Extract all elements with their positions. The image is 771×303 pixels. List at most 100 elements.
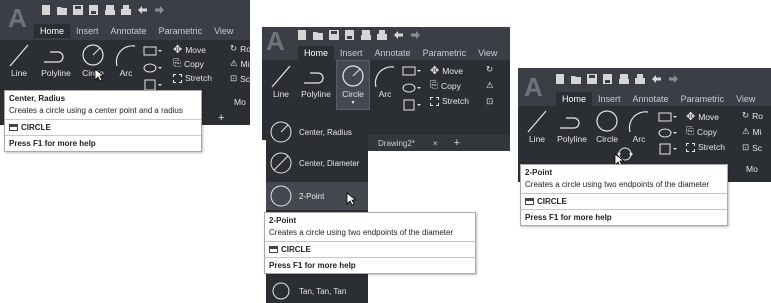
tab-insert[interactable]: Insert — [334, 46, 369, 60]
app-logo[interactable]: A — [8, 3, 27, 34]
document-tab[interactable]: Drawing2* — [368, 139, 423, 148]
scale-button[interactable]: ⊡ Sc — [230, 73, 250, 84]
tab-home[interactable]: Home — [34, 24, 71, 38]
tab-parametric[interactable]: Parametric — [153, 24, 209, 38]
two-point-icon — [270, 185, 292, 207]
tab-view[interactable]: View — [730, 92, 761, 106]
copy-button[interactable]: ⎘ Copy — [686, 126, 717, 137]
tab-view[interactable]: View — [208, 24, 239, 38]
undo-icon[interactable] — [650, 73, 662, 85]
redo-icon[interactable] — [666, 73, 680, 85]
rectangle-icon[interactable] — [143, 45, 163, 57]
polyline-button[interactable]: Polyline — [36, 42, 76, 78]
circle-button[interactable]: Circle ▾ — [336, 60, 370, 110]
more-modify[interactable]: Mo — [746, 164, 758, 174]
move-icon: ✥ — [173, 44, 183, 56]
saveas-icon[interactable] — [344, 29, 356, 41]
plot-icon[interactable] — [618, 73, 630, 85]
tab-parametric[interactable]: Parametric — [675, 92, 731, 106]
move-button[interactable]: ✥ Move — [430, 64, 463, 77]
arc-label: Arc — [119, 68, 133, 78]
arc-label: Arc — [632, 134, 646, 144]
app-logo[interactable]: A — [524, 72, 543, 103]
hatch-icon[interactable] — [658, 127, 678, 139]
close-icon[interactable]: × — [423, 139, 448, 148]
rectangle-icon[interactable] — [658, 111, 678, 123]
arc-icon — [115, 45, 136, 67]
gradient-icon[interactable] — [402, 99, 422, 111]
hatch-icon[interactable] — [402, 82, 422, 94]
mirror-button[interactable]: ⚠ Mi — [230, 58, 250, 69]
plot-icon[interactable] — [104, 4, 116, 16]
new-icon[interactable] — [554, 73, 566, 85]
rotate-button[interactable]: ↻ Ro — [742, 110, 763, 121]
polyline-button[interactable]: Polyline — [296, 63, 336, 99]
open-icon[interactable] — [56, 4, 68, 16]
saveas-icon[interactable] — [88, 4, 100, 16]
stretch-button[interactable]: Stretch — [430, 96, 469, 106]
save-icon[interactable] — [586, 73, 598, 85]
undo-icon[interactable] — [136, 4, 148, 16]
tooltip-help: Press F1 for more help — [521, 209, 727, 225]
tab-home[interactable]: Home — [298, 46, 335, 60]
tooltip-command: CIRCLE — [265, 242, 475, 257]
tab-annotate[interactable]: Annotate — [369, 46, 417, 60]
redo-icon[interactable] — [408, 29, 422, 41]
dropdown-item-center-radius[interactable]: Center, Radius — [266, 118, 368, 146]
stretch-button[interactable]: Stretch — [173, 73, 212, 83]
redo-icon[interactable] — [152, 4, 166, 16]
rotate-icon[interactable]: ↻ — [486, 64, 493, 75]
tab-annotate[interactable]: Annotate — [105, 24, 153, 38]
arc-button[interactable]: Arc — [626, 108, 652, 144]
scale-button[interactable]: ⊡ Sc — [742, 142, 762, 153]
saveas-icon[interactable] — [602, 73, 614, 85]
save-icon[interactable] — [72, 4, 84, 16]
new-icon[interactable] — [40, 4, 52, 16]
move-icon: ✥ — [686, 111, 696, 123]
polyline-button[interactable]: Polyline — [552, 108, 592, 144]
tab-insert[interactable]: Insert — [592, 92, 627, 106]
gradient-icon[interactable] — [658, 143, 678, 155]
stretch-button[interactable]: Stretch — [686, 142, 725, 152]
mirror-button[interactable]: ⚠ Mi — [742, 126, 762, 137]
open-icon[interactable] — [312, 29, 324, 41]
print-icon[interactable] — [376, 29, 388, 41]
tab-home[interactable]: Home — [556, 92, 593, 106]
command-icon — [269, 246, 278, 253]
copy-button[interactable]: ⎘ Copy — [173, 58, 204, 69]
plot-icon[interactable] — [360, 29, 372, 41]
rotate-button[interactable]: ↻ Ro — [230, 43, 250, 54]
scale-icon: ⊡ — [230, 73, 238, 83]
arc-button[interactable]: Arc — [372, 63, 398, 99]
new-tab-button[interactable]: + — [448, 137, 466, 149]
move-button[interactable]: ✥ Move — [686, 110, 719, 123]
print-icon[interactable] — [634, 73, 646, 85]
move-button[interactable]: ✥ Move — [173, 43, 206, 56]
tab-parametric[interactable]: Parametric — [417, 46, 473, 60]
undo-icon[interactable] — [392, 29, 404, 41]
tooltip-title: 2-Point — [269, 216, 297, 225]
save-icon[interactable] — [328, 29, 340, 41]
line-button[interactable]: Line — [266, 63, 296, 99]
app-logo[interactable]: A — [266, 27, 285, 57]
mirror-icon[interactable]: ⚠ — [486, 80, 494, 91]
line-button[interactable]: Line — [4, 42, 34, 78]
arc-button[interactable]: Arc — [112, 42, 140, 78]
docbar-plus[interactable]: + — [218, 112, 224, 124]
line-button[interactable]: Line — [522, 108, 552, 144]
new-icon[interactable] — [296, 29, 308, 41]
tab-insert[interactable]: Insert — [70, 24, 105, 38]
circle-button[interactable]: Circle — [592, 108, 622, 144]
open-icon[interactable] — [570, 73, 582, 85]
hatch-icon[interactable] — [143, 62, 163, 74]
tooltip-title: 2-Point — [525, 168, 553, 177]
scale-icon[interactable]: ⊡ — [486, 96, 493, 107]
rectangle-icon[interactable] — [402, 65, 422, 77]
copy-button[interactable]: ⎘ Copy — [430, 80, 461, 91]
print-icon[interactable] — [120, 4, 132, 16]
dropdown-item-center-diameter[interactable]: Center, Diameter — [266, 149, 368, 177]
tab-view[interactable]: View — [472, 46, 503, 60]
more-modify[interactable]: Mo — [234, 97, 246, 107]
dropdown-item-tan-tan-tan[interactable]: Tan, Tan, Tan — [266, 281, 368, 301]
tab-annotate[interactable]: Annotate — [627, 92, 675, 106]
